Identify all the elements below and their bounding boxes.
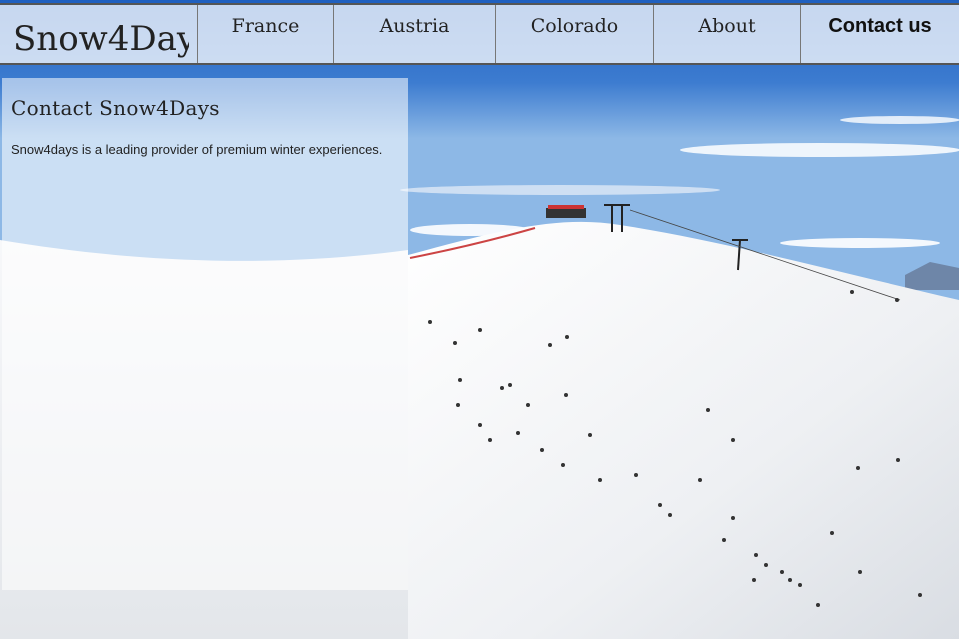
nav-colorado[interactable]: Colorado bbox=[496, 5, 654, 63]
company-description: Snow4days is a leading provider of premi… bbox=[11, 142, 383, 157]
snow4days-logo: Snow4Days bbox=[13, 19, 189, 59]
logo-text: Snow4Days bbox=[13, 19, 189, 59]
brand-logo-link[interactable]: Snow4Days bbox=[0, 5, 198, 63]
nav-label: Austria bbox=[379, 15, 450, 37]
nav-label: Colorado bbox=[530, 15, 619, 37]
nav-austria[interactable]: Austria bbox=[334, 5, 496, 63]
nav-contact-us[interactable]: Contact us bbox=[801, 5, 959, 63]
page-title: Contact Snow4Days bbox=[11, 96, 220, 120]
page: Snow4Days France Austria Colorado About … bbox=[0, 0, 959, 639]
nav-about[interactable]: About bbox=[654, 5, 801, 63]
nav-label: Contact us bbox=[828, 15, 932, 37]
nav-label: About bbox=[698, 15, 756, 37]
main-nav: Snow4Days France Austria Colorado About … bbox=[0, 3, 959, 65]
nav-label: France bbox=[231, 15, 300, 37]
nav-france[interactable]: France bbox=[198, 5, 334, 63]
contact-panel: Contact Snow4Days Snow4days is a leading… bbox=[2, 78, 408, 590]
